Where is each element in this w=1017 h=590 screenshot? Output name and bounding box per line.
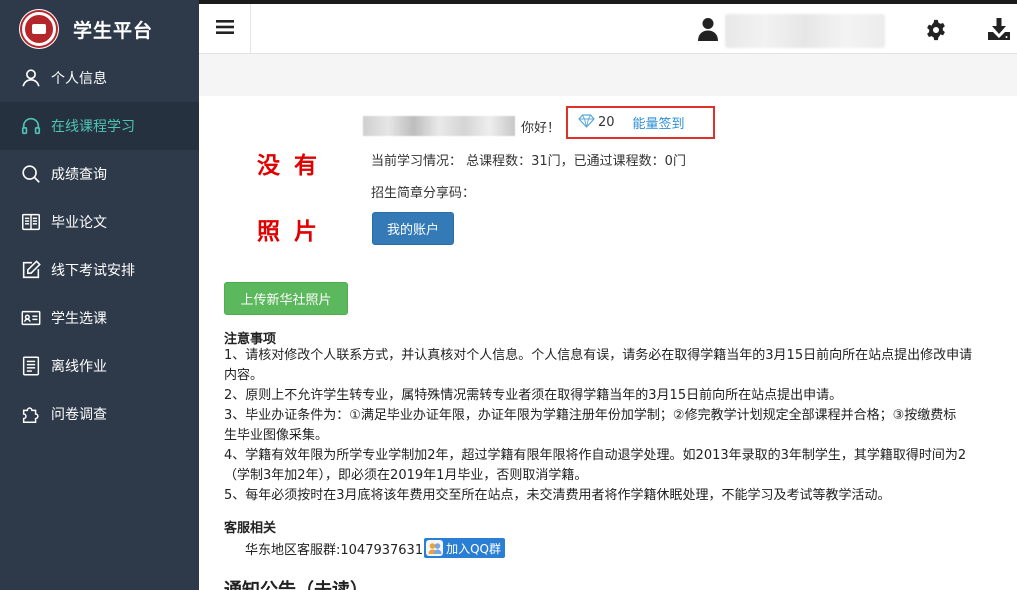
sidebar-item-label: 问卷调查 <box>51 407 107 423</box>
sidebar-item-offline-homework[interactable]: 离线作业 <box>0 342 199 390</box>
customer-service-title: 客服相关 <box>224 521 277 536</box>
sidebar-item-thesis[interactable]: 毕业论文 <box>0 198 199 246</box>
announcements-title: 通知公告（未读） <box>224 576 368 590</box>
join-qq-group-button[interactable]: 加入QQ群 <box>424 538 505 558</box>
headphones-icon <box>19 114 43 138</box>
sidebar: 学生平台 个人信息 在线课程学习 成绩查询 毕业论文 线下考试安排 学生选课 离… <box>0 0 199 590</box>
greeting-text: 你好！ <box>521 120 561 136</box>
student-name-redacted <box>363 116 515 136</box>
sidebar-item-label: 线下考试安排 <box>51 263 135 279</box>
user-icon <box>19 66 43 90</box>
energy-highlight-box: 20 能量签到 <box>566 106 715 139</box>
qq-users-icon <box>426 540 444 556</box>
study-status: 当前学习情况： 总课程数：31门，已通过课程数：0门 <box>371 154 686 169</box>
notice-line: 2、原则上不允许学生转专业，属特殊情况需转专业者须在取得学籍当年的3月15日前向… <box>224 388 843 403</box>
diamond-icon <box>578 113 595 132</box>
notice-line: 1、请核对修改个人联系方式，并认真核对个人信息。个人信息有误，请务必在取得学籍当… <box>224 348 973 363</box>
sidebar-item-offline-exams[interactable]: 线下考试安排 <box>0 246 199 294</box>
book-icon <box>19 210 43 234</box>
notice-line: 生毕业图像采集。 <box>224 428 329 443</box>
sidebar-item-label: 学生选课 <box>51 311 107 327</box>
no-photo-label-line2: 照片 <box>257 218 331 245</box>
sidebar-menu: 个人信息 在线课程学习 成绩查询 毕业论文 线下考试安排 学生选课 离线作业 问… <box>0 54 199 438</box>
id-card-icon <box>19 306 43 330</box>
user-avatar-icon[interactable] <box>697 17 719 45</box>
sidebar-item-label: 毕业论文 <box>51 215 107 231</box>
notice-line: 4、学籍有效年限为所学专业学制加2年，超过学籍有限年限将作自动退学处理。如201… <box>224 448 967 463</box>
document-icon <box>19 354 43 378</box>
sidebar-item-course-selection[interactable]: 学生选课 <box>0 294 199 342</box>
sidebar-item-label: 在线课程学习 <box>51 119 135 135</box>
sidebar-item-personal-info[interactable]: 个人信息 <box>0 54 199 102</box>
notice-list: 1、请核对修改个人联系方式，并认真核对个人信息。个人信息有误，请务必在取得学籍当… <box>224 346 1017 506</box>
sidebar-item-label: 离线作业 <box>51 359 107 375</box>
sidebar-item-survey[interactable]: 问卷调查 <box>0 390 199 438</box>
greeting-row: 你好！ <box>363 116 560 136</box>
sidebar-item-online-courses[interactable]: 在线课程学习 <box>0 102 199 150</box>
app-title: 学生平台 <box>73 19 154 42</box>
upload-photo-button[interactable]: 上传新华社照片 <box>224 282 348 315</box>
username-redacted <box>725 14 885 48</box>
top-header <box>199 4 1017 54</box>
notice-line: （学制3年加2年），即必须在2019年1月毕业，否则取消学籍。 <box>224 468 588 483</box>
search-icon <box>19 162 43 186</box>
sidebar-item-label: 个人信息 <box>51 71 107 87</box>
join-qq-group-label: 加入QQ群 <box>446 541 501 556</box>
customer-service-row: 华东地区客服群:1047937631 加入QQ群 <box>245 538 505 558</box>
energy-count: 20 <box>598 115 615 130</box>
gear-icon[interactable] <box>925 19 947 45</box>
sidebar-item-label: 成绩查询 <box>51 167 107 183</box>
puzzle-icon <box>19 402 43 426</box>
notice-line: 5、每年必须按时在3月底将该年费用交至所在站点，未交清费用者将作学籍休眠处理，不… <box>224 488 891 503</box>
brand-header: 学生平台 <box>0 4 199 54</box>
menu-toggle-button[interactable] <box>199 4 251 54</box>
my-account-button[interactable]: 我的账户 <box>372 212 454 245</box>
edit-icon <box>19 258 43 282</box>
share-code-label: 招生简章分享码： <box>371 186 476 201</box>
notice-line: 内容。 <box>224 368 264 383</box>
notice-line: 3、毕业办证条件为：①满足毕业办证年限，办证年限为学籍注册年份加学制；②修完教学… <box>224 408 957 423</box>
energy-sign-in-link[interactable]: 能量签到 <box>633 113 685 132</box>
main-content: 没有 照片 你好！ 20 能量签到 当前学习情况： 总课程数：31门，已通过课程… <box>199 54 1017 590</box>
sidebar-item-grades[interactable]: 成绩查询 <box>0 150 199 198</box>
download-icon[interactable] <box>987 17 1011 45</box>
student-info-panel: 没有 照片 你好！ 20 能量签到 当前学习情况： 总课程数：31门，已通过课程… <box>199 96 1017 590</box>
hamburger-icon <box>215 19 234 39</box>
notice-title: 注意事项 <box>224 332 277 347</box>
no-photo-label-line1: 没有 <box>257 152 331 179</box>
university-logo <box>19 9 59 49</box>
service-group-text: 华东地区客服群:1047937631 <box>245 542 424 558</box>
